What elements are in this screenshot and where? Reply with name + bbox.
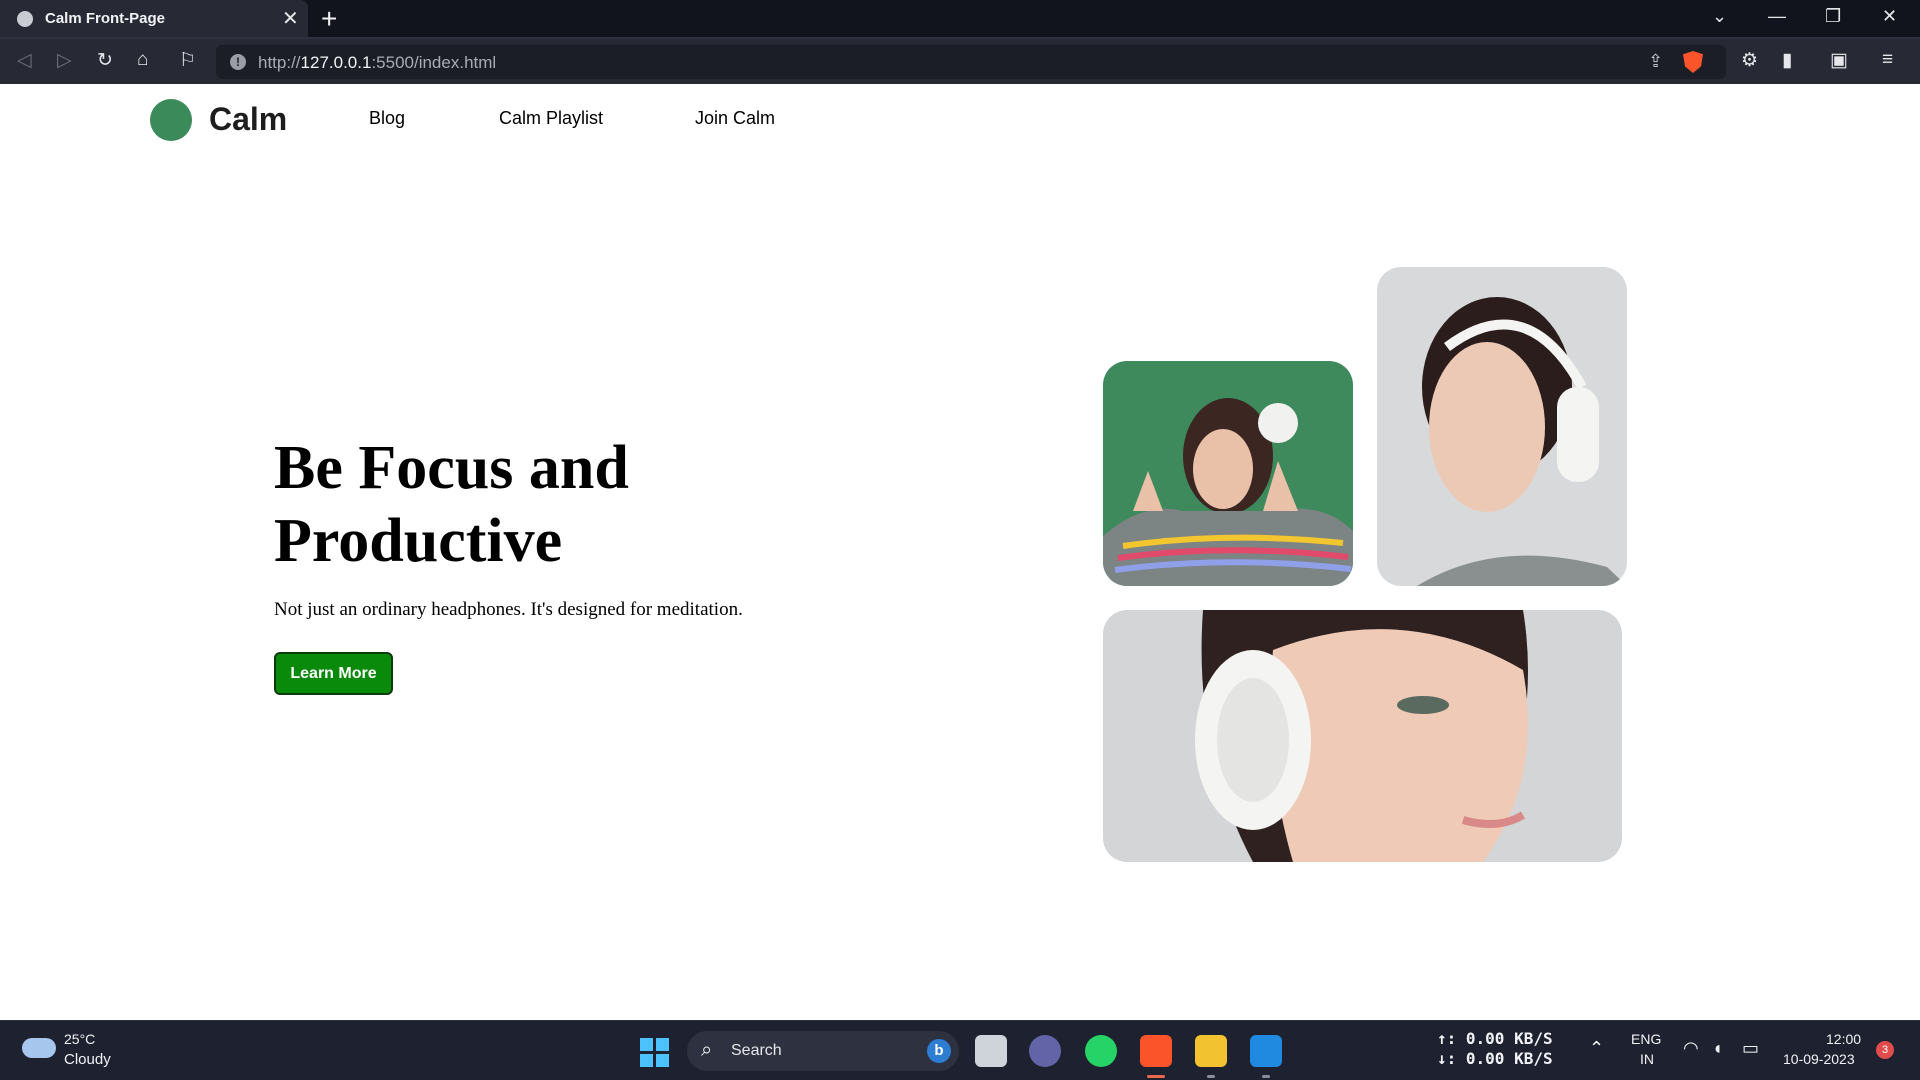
- clock-time[interactable]: 12:00: [1826, 1031, 1861, 1047]
- weather-condition[interactable]: Cloudy: [64, 1051, 111, 1068]
- url-text[interactable]: http://127.0.0.1:5500/index.html: [258, 53, 496, 73]
- woman-headphones-photo-closeup: [1103, 610, 1622, 862]
- weather-temperature[interactable]: 25°C: [64, 1031, 95, 1047]
- browser-tab-active[interactable]: Calm Front-Page ✕: [0, 0, 308, 37]
- notification-badge[interactable]: 3: [1876, 1041, 1894, 1059]
- tab-close-button[interactable]: ✕: [282, 6, 299, 31]
- nav-link-calm-playlist[interactable]: Calm Playlist: [499, 108, 603, 129]
- search-label: Search: [731, 1042, 782, 1059]
- hero-title: Be Focus and Productive: [274, 432, 794, 578]
- teams-chat-icon[interactable]: [1029, 1035, 1061, 1067]
- windows-taskbar: 25°C Cloudy ⌕ Search b ↑: 0.00 KB/S ↓: 0…: [0, 1020, 1920, 1080]
- extensions-icon[interactable]: ⚙: [1741, 49, 1758, 72]
- bing-icon[interactable]: b: [927, 1039, 951, 1063]
- brave-browser-icon[interactable]: [1140, 1035, 1172, 1067]
- battery-icon[interactable]: ▭: [1742, 1038, 1759, 1059]
- wallet-icon[interactable]: ▣: [1830, 49, 1848, 72]
- vscode-icon[interactable]: [1250, 1035, 1282, 1067]
- brave-active-indicator: [1147, 1075, 1165, 1078]
- share-icon[interactable]: ⇪: [1648, 51, 1663, 72]
- vscode-open-indicator: [1262, 1075, 1270, 1078]
- tab-title: Calm Front-Page: [45, 10, 166, 27]
- nav-link-blog[interactable]: Blog: [369, 108, 405, 129]
- whatsapp-icon[interactable]: [1085, 1035, 1117, 1067]
- nav-link-join-calm[interactable]: Join Calm: [695, 108, 775, 129]
- file-explorer-icon[interactable]: [1195, 1035, 1227, 1067]
- browser-toolbar: ◁ ▷ ↻ ⌂ ⚐ ! http://127.0.0.1:5500/index.…: [0, 37, 1920, 84]
- volume-icon[interactable]: ◖: [1712, 1038, 1723, 1059]
- logo-text[interactable]: Calm: [209, 101, 287, 138]
- woman-headphones-photo-portrait: [1377, 267, 1627, 586]
- taskbar-search[interactable]: ⌕ Search b: [687, 1031, 959, 1071]
- clock-date[interactable]: 10-09-2023: [1783, 1051, 1855, 1067]
- site-info-icon[interactable]: !: [230, 54, 246, 70]
- language-code[interactable]: ENG: [1631, 1031, 1661, 1047]
- learn-more-button[interactable]: Learn More: [274, 652, 393, 695]
- search-icon: ⌕: [701, 1039, 713, 1061]
- show-hidden-icons-chevron-icon[interactable]: ⌃: [1589, 1038, 1604, 1059]
- browser-tab-bar: Calm Front-Page ✕ + ⌄ — ❐ ✕: [0, 0, 1920, 37]
- brave-shields-icon[interactable]: [1683, 51, 1703, 73]
- windows-start-icon[interactable]: [640, 1038, 669, 1067]
- home-icon[interactable]: ⌂: [137, 49, 148, 71]
- back-icon[interactable]: ◁: [17, 49, 32, 72]
- minimize-button[interactable]: —: [1768, 6, 1786, 27]
- network-upload-speed: ↑: 0.00 KB/S: [1437, 1029, 1553, 1048]
- restore-button[interactable]: ❐: [1825, 6, 1841, 27]
- forward-icon[interactable]: ▷: [57, 49, 72, 72]
- language-region[interactable]: IN: [1640, 1051, 1654, 1067]
- hero-subtitle: Not just an ordinary headphones. It's de…: [274, 599, 743, 620]
- cloud-icon[interactable]: [22, 1038, 56, 1058]
- close-window-button[interactable]: ✕: [1882, 6, 1897, 27]
- bookmark-icon[interactable]: ⚐: [179, 49, 196, 72]
- sidebar-icon[interactable]: ▮: [1782, 49, 1792, 72]
- woman-headphones-photo-green: [1103, 361, 1353, 586]
- hero-title-line-2: Productive: [274, 507, 563, 575]
- address-bar[interactable]: ! http://127.0.0.1:5500/index.html ⇪: [216, 45, 1726, 79]
- network-download-speed: ↓: 0.00 KB/S: [1437, 1049, 1553, 1068]
- wifi-icon[interactable]: ◠: [1683, 1038, 1699, 1059]
- globe-icon: [17, 11, 33, 27]
- explorer-open-indicator: [1207, 1075, 1215, 1078]
- new-tab-button[interactable]: +: [321, 3, 337, 35]
- task-view-icon[interactable]: [975, 1035, 1007, 1067]
- logo-mark: [150, 99, 192, 141]
- hero-title-line-1: Be Focus and: [274, 434, 629, 502]
- reload-icon[interactable]: ↻: [97, 49, 113, 72]
- menu-icon[interactable]: ≡: [1882, 49, 1893, 71]
- tab-list-chevron-icon[interactable]: ⌄: [1712, 6, 1727, 27]
